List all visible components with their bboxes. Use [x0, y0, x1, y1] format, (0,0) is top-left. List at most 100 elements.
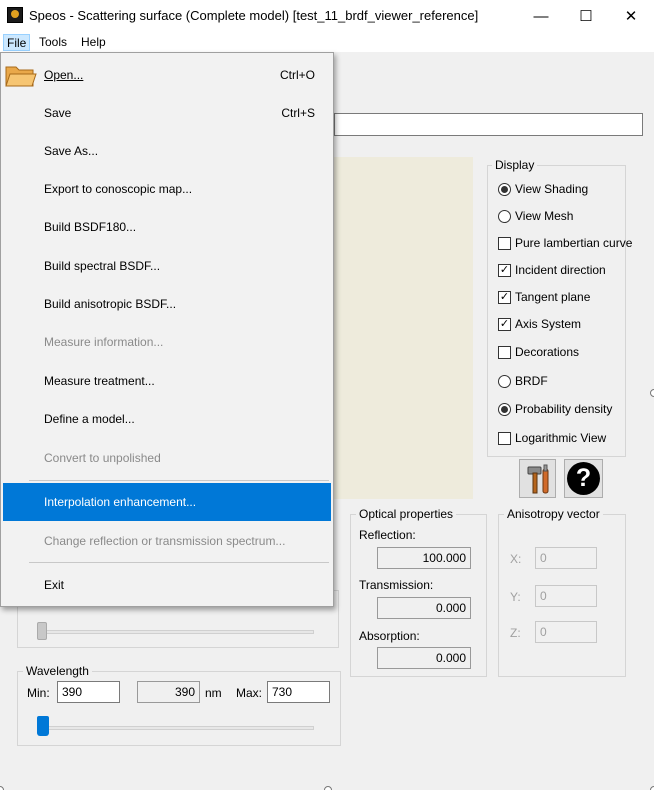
- menu-item-measure-treatment[interactable]: Measure treatment...: [3, 362, 331, 400]
- checkbox-checked: ✓: [498, 263, 511, 277]
- menu-item-build-bsdf180[interactable]: Build BSDF180...: [3, 208, 331, 246]
- logarithmic-view-label: Logarithmic View: [515, 431, 607, 445]
- anisotropy-y-label: Y:: [510, 590, 521, 604]
- brdf-label: BRDF: [515, 374, 548, 388]
- view-shading-label: View Shading: [515, 182, 589, 196]
- decorations-checkbox[interactable]: Decorations: [498, 344, 579, 360]
- radio-checked: [498, 402, 511, 416]
- transmission-label: Transmission:: [359, 578, 434, 592]
- anisotropy-vector-title: Anisotropy vector: [504, 507, 603, 521]
- axis-system-label: Axis System: [515, 317, 582, 331]
- minimize-button[interactable]: —: [518, 0, 564, 32]
- brdf-3d-view[interactable]: [334, 157, 473, 499]
- menu-separator: [29, 562, 329, 563]
- menu-item-measure-information: Measure information...: [3, 323, 331, 361]
- axis-system-checkbox[interactable]: ✓ Axis System: [498, 316, 581, 332]
- menu-item-open-shortcut: Ctrl+O: [279, 68, 315, 82]
- menu-item-build-spectral-bsdf[interactable]: Build spectral BSDF...: [3, 247, 331, 285]
- anisotropy-x-label: X:: [510, 552, 522, 566]
- checkbox-unchecked: [498, 345, 511, 359]
- probability-density-radio[interactable]: Probability density: [498, 401, 612, 417]
- pure-lambertian-checkbox[interactable]: Pure lambertian curve: [498, 235, 632, 251]
- checkbox-unchecked: [498, 431, 511, 445]
- view-mesh-radio[interactable]: View Mesh: [498, 208, 573, 224]
- menu-item-exit[interactable]: Exit: [3, 566, 331, 604]
- wavelength-min-field[interactable]: 390: [57, 681, 120, 703]
- wavelength-current-field[interactable]: 390: [137, 681, 200, 703]
- tangent-plane-checkbox[interactable]: ✓ Tangent plane: [498, 289, 590, 305]
- wavelength-max-label: Max:: [236, 686, 263, 700]
- radio-unchecked: [498, 209, 511, 223]
- menu-bar: File Tools Help: [0, 32, 654, 52]
- menu-file[interactable]: File: [3, 34, 31, 51]
- menu-item-save-label: Save: [44, 106, 72, 120]
- optical-properties-title: Optical properties: [356, 507, 457, 521]
- tools-button[interactable]: [519, 459, 556, 498]
- transmission-field[interactable]: 0.000: [377, 597, 471, 619]
- menu-item-open[interactable]: Open... Ctrl+O: [3, 56, 331, 94]
- title-bar: Speos - Scattering surface (Complete mod…: [0, 0, 654, 32]
- menu-item-open-label: Open...: [44, 68, 84, 82]
- pure-lambertian-label: Pure lambertian curve: [515, 236, 633, 250]
- menu-item-build-spectral-bsdf-label: Build spectral BSDF...: [44, 259, 161, 273]
- menu-item-save-shortcut: Ctrl+S: [281, 106, 315, 120]
- wavelength-title: Wavelength: [23, 664, 92, 678]
- wavelength-slider-thumb[interactable]: [37, 716, 49, 736]
- resize-handle-bottom-left[interactable]: [0, 786, 4, 790]
- help-icon: ?: [567, 462, 600, 495]
- resize-handle-right[interactable]: [650, 389, 654, 397]
- menu-item-convert-unpolished: Convert to unpolished: [3, 439, 331, 477]
- help-button[interactable]: ?: [564, 459, 603, 498]
- close-button[interactable]: ✕: [608, 0, 654, 32]
- wavelength-max-field[interactable]: 730: [267, 681, 330, 703]
- anisotropy-z-field[interactable]: 0: [535, 621, 597, 643]
- logarithmic-view-checkbox[interactable]: Logarithmic View: [498, 430, 606, 446]
- menu-item-export-conoscopic-label: Export to conoscopic map...: [44, 182, 193, 196]
- tangent-plane-label: Tangent plane: [515, 290, 591, 304]
- view-shading-radio[interactable]: View Shading: [498, 181, 588, 197]
- radio-checked: [498, 182, 511, 196]
- menu-item-interpolation-enhancement[interactable]: Interpolation enhancement...: [3, 483, 331, 521]
- incident-direction-checkbox[interactable]: ✓ Incident direction: [498, 262, 606, 278]
- menu-tools[interactable]: Tools: [36, 34, 70, 51]
- menu-item-export-conoscopic[interactable]: Export to conoscopic map...: [3, 170, 331, 208]
- menu-item-save[interactable]: Save Ctrl+S: [3, 94, 331, 132]
- menu-item-build-anisotropic-bsdf[interactable]: Build anisotropic BSDF...: [3, 285, 331, 323]
- view-mesh-label: View Mesh: [515, 209, 574, 223]
- resize-handle-bottom[interactable]: [324, 786, 332, 790]
- tools-icon: [527, 464, 548, 493]
- menu-item-measure-treatment-label: Measure treatment...: [44, 374, 155, 388]
- incident-direction-label: Incident direction: [515, 263, 606, 277]
- anisotropy-y-field[interactable]: 0: [535, 585, 597, 607]
- speos-app-icon: [7, 7, 23, 23]
- hidden-slider-track[interactable]: [40, 630, 314, 634]
- menu-item-build-bsdf180-label: Build BSDF180...: [44, 220, 137, 234]
- decorations-label: Decorations: [515, 345, 580, 359]
- radio-unchecked: [498, 374, 511, 388]
- menu-item-change-spectrum-label: Change reflection or transmission spectr…: [44, 534, 286, 548]
- checkbox-unchecked: [498, 236, 511, 250]
- wavelength-min-label: Min:: [27, 686, 50, 700]
- anisotropy-z-label: Z:: [510, 626, 521, 640]
- reflection-field[interactable]: 100.000: [377, 547, 471, 569]
- reflection-label: Reflection:: [359, 528, 416, 542]
- menu-item-measure-information-label: Measure information...: [44, 335, 164, 349]
- probability-density-label: Probability density: [515, 402, 613, 416]
- absorption-label: Absorption:: [359, 629, 420, 643]
- wavelength-slider-track[interactable]: [40, 726, 314, 730]
- file-menu-dropdown: Open... Ctrl+O Save Ctrl+S Save As... Expo…: [0, 52, 334, 607]
- hidden-slider-thumb[interactable]: [37, 622, 47, 640]
- menu-item-interpolation-enhancement-label: Interpolation enhancement...: [44, 495, 197, 509]
- menu-help[interactable]: Help: [78, 34, 109, 51]
- path-input[interactable]: [334, 113, 643, 136]
- anisotropy-x-field[interactable]: 0: [535, 547, 597, 569]
- menu-item-define-model[interactable]: Define a model...: [3, 400, 331, 438]
- menu-item-save-as[interactable]: Save As...: [3, 132, 331, 170]
- maximize-button[interactable]: ☐: [563, 0, 609, 32]
- brdf-radio[interactable]: BRDF: [498, 373, 548, 389]
- menu-separator: [29, 480, 329, 481]
- menu-item-save-as-label: Save As...: [44, 144, 99, 158]
- resize-handle-bottom-right[interactable]: [650, 786, 654, 790]
- window-title: Speos - Scattering surface (Complete mod…: [29, 8, 479, 23]
- absorption-field[interactable]: 0.000: [377, 647, 471, 669]
